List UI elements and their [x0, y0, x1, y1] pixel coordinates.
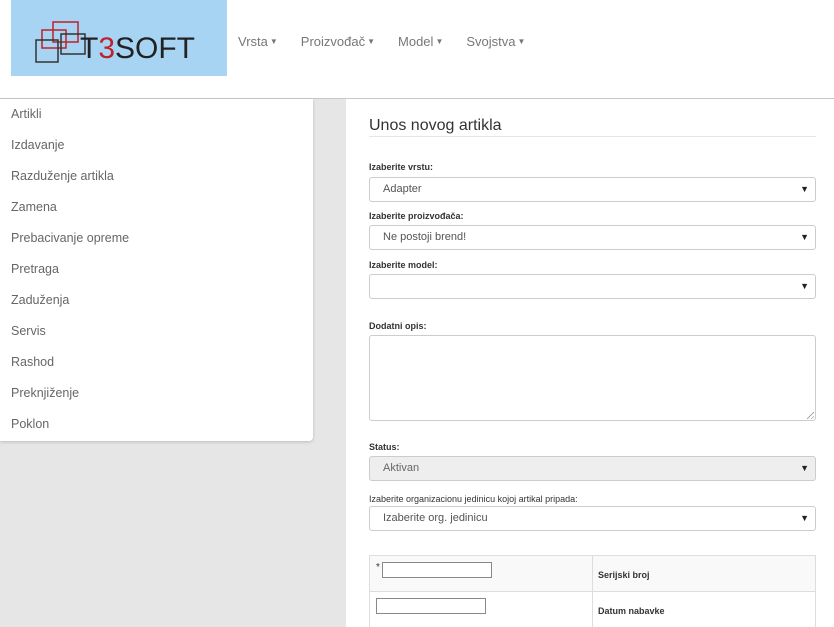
table-row: * Serijski broj [369, 555, 816, 592]
datum-nabavke-input[interactable] [376, 598, 486, 614]
sidebar-item-izdavanje[interactable]: Izdavanje [0, 130, 313, 161]
proizvodjac-select[interactable]: Ne postoji brend! ▼ [369, 225, 816, 250]
nav-vrsta-dropdown[interactable]: Vrsta ▼ [238, 34, 278, 49]
table-cell-input: * [369, 555, 593, 592]
caret-down-icon: ▼ [517, 37, 526, 46]
serijski-broj-input[interactable] [382, 562, 492, 578]
sidebar-item-poklon[interactable]: Poklon [0, 409, 313, 440]
nav-svojstva-dropdown[interactable]: Svojstva ▼ [466, 34, 525, 49]
resize-handle-icon[interactable] [807, 412, 814, 419]
status-label: Status: [369, 442, 400, 452]
sidebar-item-preknjizenje[interactable]: Preknjiženje [0, 378, 313, 409]
nav-menu: Vrsta ▼ Proizvođač ▼ Model ▼ Svojstva ▼ [238, 34, 548, 49]
dropdown-arrow-icon: ▼ [800, 513, 809, 523]
table-cell-input [369, 591, 593, 627]
org-label: Izaberite organizacionu jedinicu kojoj a… [369, 494, 578, 504]
top-navbar: T3SOFT Vrsta ▼ Proizvođač ▼ Model ▼ Svojstv… [0, 0, 834, 99]
dropdown-arrow-icon: ▼ [800, 232, 809, 242]
model-label: Izaberite model: [369, 260, 438, 270]
sidebar-item-zaduzenja[interactable]: Zaduženja [0, 285, 313, 316]
sidebar-item-rashod[interactable]: Rashod [0, 347, 313, 378]
org-selected-value: Izaberite org. jedinicu [383, 512, 488, 524]
opis-textarea[interactable] [369, 335, 816, 421]
page-title: Unos novog artikla [369, 117, 502, 134]
model-select[interactable]: ▼ [369, 274, 816, 299]
vrsta-select[interactable]: Adapter ▼ [369, 177, 816, 202]
dropdown-arrow-icon: ▼ [800, 463, 809, 473]
status-select: Aktivan ▼ [369, 456, 816, 481]
datum-nabavke-label: Datum nabavke [592, 591, 816, 627]
required-marker: * [376, 562, 380, 573]
logo-text-3: 3 [98, 32, 115, 65]
main-form-panel: Unos novog artikla Izaberite vrstu: Adap… [346, 99, 834, 627]
t3soft-logo[interactable]: T3SOFT [11, 0, 227, 76]
dropdown-arrow-icon: ▼ [800, 281, 809, 291]
logo-text-soft: SOFT [115, 32, 195, 65]
proizvodjac-selected-value: Ne postoji brend! [383, 231, 467, 243]
nav-proizvodjac-dropdown[interactable]: Proizvođač ▼ [301, 34, 375, 49]
status-selected-value: Aktivan [383, 462, 420, 474]
caret-down-icon: ▼ [367, 37, 376, 46]
sidebar-item-servis[interactable]: Servis [0, 316, 313, 347]
logo-graphic: T3SOFT [35, 21, 195, 65]
caret-down-icon: ▼ [269, 37, 278, 46]
table-row: Datum nabavke [369, 591, 816, 627]
caret-down-icon: ▼ [435, 37, 444, 46]
proizvodjac-label: Izaberite proizvođača: [369, 211, 464, 221]
logo-text-t: T [80, 32, 98, 65]
serijski-broj-label: Serijski broj [592, 555, 816, 592]
vrsta-selected-value: Adapter [383, 183, 422, 195]
org-select[interactable]: Izaberite org. jedinicu ▼ [369, 506, 816, 531]
svg-text:T3SOFT: T3SOFT [80, 32, 195, 65]
sidebar: Artikli Izdavanje Razduženje artikla Zam… [0, 99, 313, 441]
title-divider [369, 136, 816, 137]
sidebar-item-pretraga[interactable]: Pretraga [0, 254, 313, 285]
sidebar-item-zamena[interactable]: Zamena [0, 192, 313, 223]
opis-label: Dodatni opis: [369, 321, 427, 331]
article-details-table: * Serijski broj Datum nabavke [369, 555, 816, 627]
dropdown-arrow-icon: ▼ [800, 184, 809, 194]
vrsta-label: Izaberite vrstu: [369, 162, 434, 172]
nav-model-dropdown[interactable]: Model ▼ [398, 34, 443, 49]
sidebar-item-razduzenje-artikla[interactable]: Razduženje artikla [0, 161, 313, 192]
sidebar-item-artikli[interactable]: Artikli [0, 99, 313, 130]
sidebar-item-prebacivanje-opreme[interactable]: Prebacivanje opreme [0, 223, 313, 254]
